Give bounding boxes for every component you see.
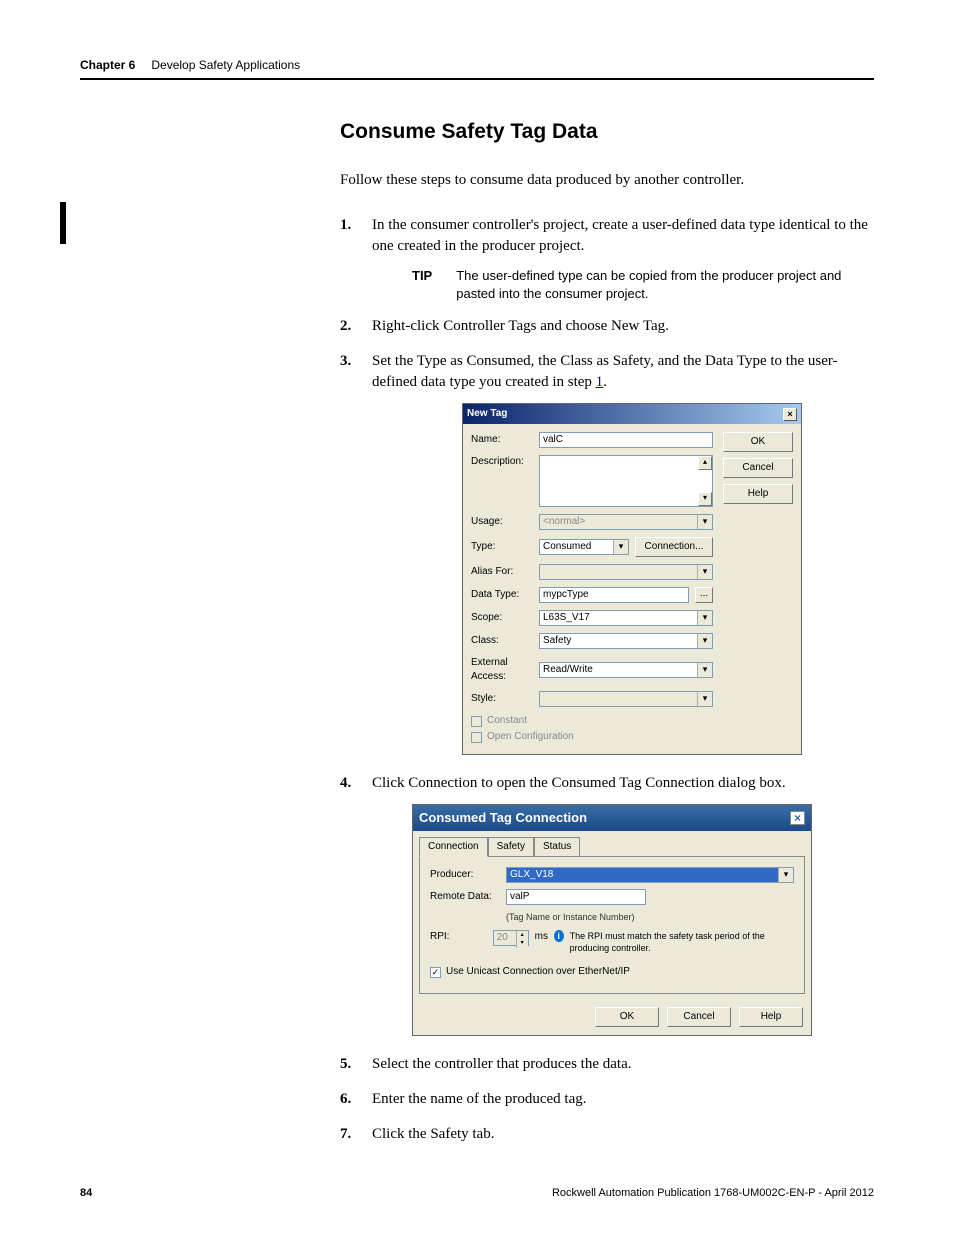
opencfg-checkbox [471, 732, 482, 743]
type-label: Type: [471, 540, 533, 554]
tab-connection[interactable]: Connection [419, 837, 488, 857]
tip-block: TIP The user-defined type can be copied … [412, 267, 874, 302]
step-3-post: . [603, 374, 607, 390]
dialog2-titlebar: Consumed Tag Connection × [413, 805, 811, 831]
consumed-tag-dialog: Consumed Tag Connection × Connection Saf… [412, 804, 812, 1036]
change-bar [60, 202, 66, 244]
unicast-checkbox[interactable]: ✓ [430, 967, 441, 978]
tab-status[interactable]: Status [534, 837, 580, 857]
style-label: Style: [471, 692, 533, 706]
constant-checkbox-row: Constant [471, 714, 713, 728]
external-select[interactable]: Read/Write [539, 662, 713, 678]
step-1-text: In the consumer controller's project, cr… [372, 217, 868, 254]
step-1: In the consumer controller's project, cr… [340, 215, 874, 302]
external-label: External Access: [471, 656, 533, 684]
datatype-browse-button[interactable]: ... [695, 587, 713, 603]
tab-panel: Producer: GLX_V18 Remote Data: valP (Tag… [419, 856, 805, 994]
scroll-up-icon[interactable]: ▴ [698, 456, 712, 470]
datatype-input[interactable]: mypcType [539, 587, 689, 603]
unicast-label: Use Unicast Connection over EtherNet/IP [446, 965, 630, 979]
cancel-button[interactable]: Cancel [723, 458, 793, 478]
section-label: Develop Safety Applications [151, 58, 300, 72]
cancel-button[interactable]: Cancel [667, 1007, 731, 1027]
tip-label: TIP [412, 267, 432, 302]
ok-button[interactable]: OK [595, 1007, 659, 1027]
scope-label: Scope: [471, 611, 533, 625]
class-select[interactable]: Safety [539, 633, 713, 649]
datatype-label: Data Type: [471, 588, 533, 602]
help-button[interactable]: Help [739, 1007, 803, 1027]
dialog2-title: Consumed Tag Connection [419, 809, 587, 827]
step-2: Right-click Controller Tags and choose N… [340, 316, 874, 337]
step-3: Set the Type as Consumed, the Class as S… [340, 351, 874, 755]
tab-safety[interactable]: Safety [488, 837, 534, 857]
step-6: Enter the name of the produced tag. [340, 1089, 874, 1110]
usage-label: Usage: [471, 515, 533, 529]
chapter-label: Chapter 6 [80, 58, 135, 72]
style-select [539, 691, 713, 707]
name-label: Name: [471, 433, 533, 447]
intro-text: Follow these steps to consume data produ… [340, 172, 874, 189]
constant-label: Constant [487, 714, 527, 728]
remotedata-label: Remote Data: [430, 890, 500, 904]
close-icon[interactable]: × [790, 811, 805, 825]
opencfg-checkbox-row: Open Configuration [471, 730, 713, 744]
scroll-down-icon[interactable]: ▾ [698, 492, 712, 506]
usage-select: <normal> [539, 514, 713, 530]
unicast-row[interactable]: ✓ Use Unicast Connection over EtherNet/I… [430, 965, 794, 979]
publication-info: Rockwell Automation Publication 1768-UM0… [552, 1187, 874, 1199]
type-select[interactable]: Consumed [539, 539, 629, 555]
constant-checkbox [471, 716, 482, 727]
new-tag-dialog: New Tag × Name: valC Description: [462, 403, 802, 755]
dialog-title: New Tag [467, 407, 507, 421]
info-icon: i [554, 930, 564, 942]
ms-label: ms [535, 930, 548, 944]
alias-label: Alias For: [471, 565, 533, 579]
description-input[interactable]: ▴ ▾ [539, 455, 713, 507]
name-input[interactable]: valC [539, 432, 713, 448]
heading: Consume Safety Tag Data [340, 120, 874, 144]
remotedata-hint: (Tag Name or Instance Number) [506, 911, 794, 924]
rpi-input: 20 ▴▾ [493, 930, 529, 946]
rpi-label: RPI: [430, 930, 487, 944]
step-4: Click Connection to open the Consumed Ta… [340, 773, 874, 1036]
page-footer: 84 Rockwell Automation Publication 1768-… [80, 1187, 874, 1199]
close-icon[interactable]: × [783, 408, 797, 421]
alias-select [539, 564, 713, 580]
scope-select[interactable]: L63S_V17 [539, 610, 713, 626]
rpi-value: 20 [494, 931, 516, 945]
step-4-text: Click Connection to open the Consumed Ta… [372, 775, 786, 791]
connection-button[interactable]: Connection... [635, 537, 713, 557]
rpi-info-text: The RPI must match the safety task perio… [570, 930, 794, 955]
dialog-titlebar: New Tag × [463, 404, 801, 424]
spin-up-icon: ▴ [516, 931, 528, 939]
step-5: Select the controller that produces the … [340, 1054, 874, 1075]
tip-text: The user-defined type can be copied from… [456, 267, 874, 302]
step-7: Click the Safety tab. [340, 1124, 874, 1145]
producer-label: Producer: [430, 868, 500, 882]
producer-select[interactable]: GLX_V18 [506, 867, 794, 883]
class-label: Class: [471, 634, 533, 648]
ok-button[interactable]: OK [723, 432, 793, 452]
page-number: 84 [80, 1187, 92, 1199]
spin-down-icon: ▾ [516, 939, 528, 947]
dialog2-tabs: Connection Safety Status [419, 837, 805, 857]
help-button[interactable]: Help [723, 484, 793, 504]
opencfg-label: Open Configuration [487, 730, 574, 744]
description-label: Description: [471, 455, 533, 469]
page-header: Chapter 6 Develop Safety Applications [80, 58, 874, 80]
remotedata-input[interactable]: valP [506, 889, 646, 905]
